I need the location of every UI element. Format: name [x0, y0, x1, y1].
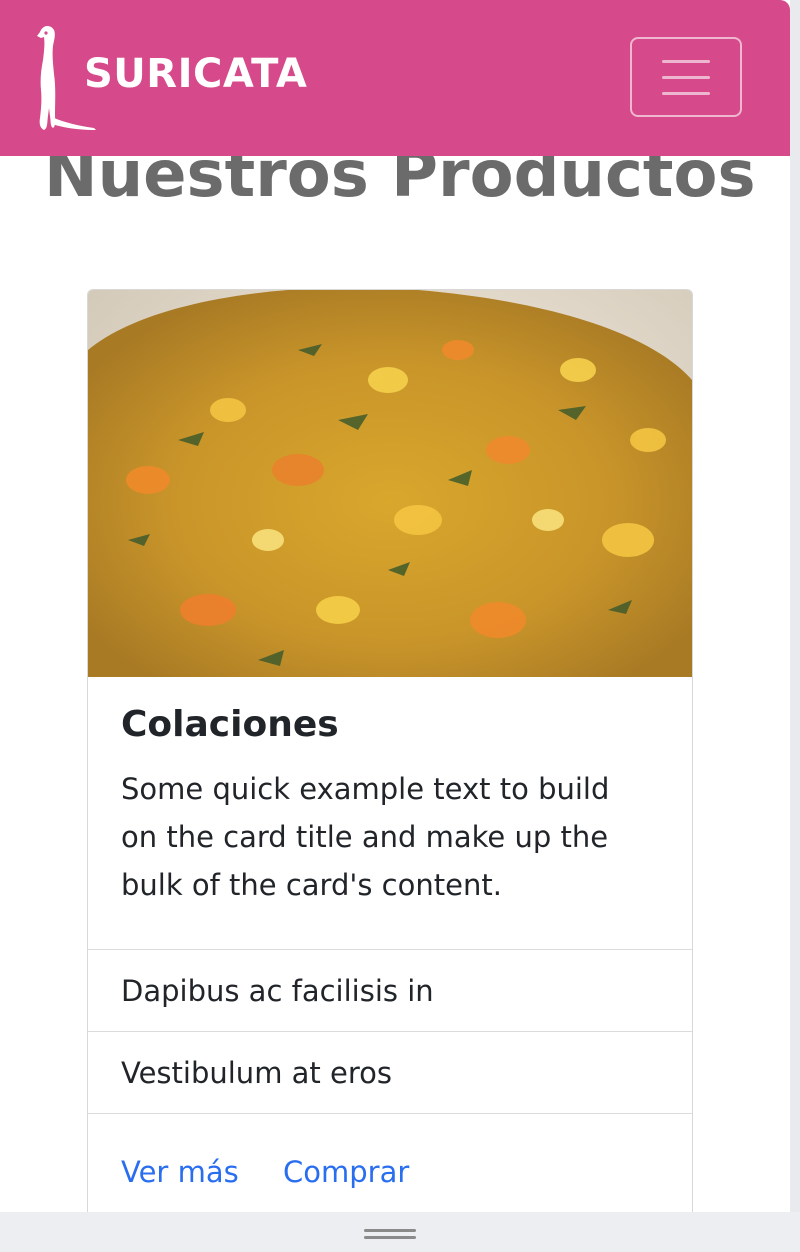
page: SURICATA Nuestros Productos Colaciones S…: [0, 0, 800, 1252]
card-image: [88, 290, 692, 677]
product-card: Colaciones Some quick example text to bu…: [87, 289, 693, 1249]
navbar: SURICATA: [0, 0, 790, 156]
bottom-sheet-bar[interactable]: [0, 1212, 800, 1252]
drag-handle-icon-line: [364, 1236, 416, 1239]
ver-mas-link[interactable]: Ver más: [121, 1152, 239, 1192]
drag-handle-icon[interactable]: [364, 1229, 416, 1232]
card-text: Some quick example text to build on the …: [121, 772, 610, 902]
window-edge: [790, 0, 800, 1252]
list-item-text: Dapibus ac facilisis in: [121, 974, 434, 1008]
hamburger-menu-icon-bar: [662, 92, 710, 95]
card-body: Colaciones Some quick example text to bu…: [88, 677, 692, 950]
list-item: Vestibulum at eros: [88, 1032, 692, 1114]
card-title: Colaciones: [121, 704, 339, 745]
hamburger-menu-icon-bar: [662, 76, 710, 79]
list-item: Dapibus ac facilisis in: [88, 950, 692, 1032]
comprar-link[interactable]: Comprar: [283, 1152, 409, 1192]
brand-name[interactable]: SURICATA: [84, 48, 307, 100]
list-item-text: Vestibulum at eros: [121, 1056, 392, 1090]
hamburger-menu-icon: [662, 60, 710, 63]
hamburger-menu-button[interactable]: [630, 37, 742, 117]
